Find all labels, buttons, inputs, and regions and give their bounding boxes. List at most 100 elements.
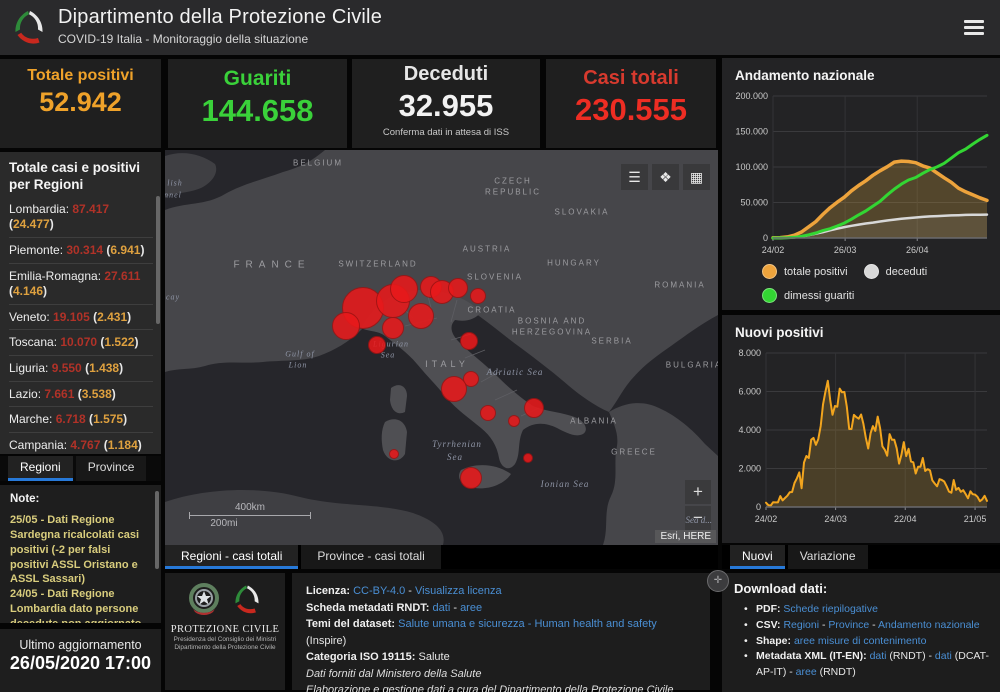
svg-text:24/02: 24/02 <box>755 514 778 524</box>
notes-panel: Note: 25/05 - Dati Regione Sardegna rica… <box>0 485 161 623</box>
header: Dipartimento della Protezione Civile COV… <box>0 0 1000 55</box>
layers-icon[interactable]: ❖ <box>652 164 679 190</box>
menu-icon[interactable] <box>964 20 984 36</box>
svg-text:26/03: 26/03 <box>834 245 857 255</box>
text-segment: CSV: <box>756 619 783 631</box>
case-cluster-bubble[interactable] <box>389 449 399 459</box>
license-panel: Licenza: CC-BY-4.0 - Visualizza licenza S… <box>292 573 710 690</box>
case-cluster-bubble[interactable] <box>508 415 520 427</box>
link[interactable]: Salute umana e sicurezza - Human health … <box>398 618 657 630</box>
stat-value: 144.658 <box>168 93 347 129</box>
case-cluster-bubble[interactable] <box>390 275 418 303</box>
case-cluster-bubble[interactable] <box>408 303 434 329</box>
link[interactable]: Andamento nazionale <box>878 619 980 631</box>
map-attribution-note: Sea d... <box>686 515 713 525</box>
link[interactable]: aree misure di contenimento <box>794 635 927 647</box>
case-cluster-bubble[interactable] <box>460 332 478 350</box>
new-variation-tabs: Nuovi Variazione <box>722 545 1000 569</box>
svg-text:4.000: 4.000 <box>738 425 761 435</box>
link[interactable]: aree <box>796 666 817 678</box>
map-land-shapes <box>165 150 718 545</box>
text-segment: - <box>405 585 415 597</box>
link[interactable]: Visualizza licenza <box>415 585 502 597</box>
region-province-tabs: Regioni Province <box>0 456 161 481</box>
last-update-label: Ultimo aggiornamento <box>0 638 161 652</box>
stat-value: 230.555 <box>546 92 716 128</box>
svg-text:21/05: 21/05 <box>964 514 987 524</box>
svg-text:6.000: 6.000 <box>738 387 761 397</box>
tab-province-casi-totali[interactable]: Province - casi totali <box>301 545 440 569</box>
logo-wordmark: PROTEZIONE CIVILE <box>165 624 285 635</box>
tab-nuovi[interactable]: Nuovi <box>730 545 785 569</box>
svg-text:50.000: 50.000 <box>740 198 768 208</box>
republic-emblem-icon <box>186 581 222 619</box>
region-list-item: Liguria: 9.550 (1.438) <box>9 356 153 382</box>
text-segment: Elaborazione e gestione dati a cura del … <box>306 684 674 692</box>
note-line: 24/05 - Dati Regione Lombardia dato pers… <box>10 587 151 623</box>
link[interactable]: Schede riepilogative <box>783 603 878 615</box>
zoom-in-button[interactable]: + <box>685 480 711 504</box>
link[interactable]: aree <box>460 602 482 614</box>
case-cluster-bubble[interactable] <box>332 312 360 340</box>
link[interactable]: dati <box>935 650 952 662</box>
region-list: Lombardia: 87.417 (24.477)Piemonte: 30.3… <box>9 197 153 454</box>
scale-mi-label: 200mi <box>189 518 259 529</box>
case-cluster-bubble[interactable] <box>524 398 544 418</box>
legend-dot-icon <box>864 264 879 279</box>
regions-scrollbar[interactable] <box>156 196 160 324</box>
covid-dashboard: Dipartimento della Protezione Civile COV… <box>0 0 1000 692</box>
national-trend-title: Andamento nazionale <box>722 58 1000 83</box>
license-line: Elaborazione e gestione dati a cura del … <box>306 682 696 692</box>
case-cluster-bubble[interactable] <box>480 405 496 421</box>
new-positives-title: Nuovi positivi <box>722 315 1000 340</box>
link[interactable]: Province <box>828 619 869 631</box>
text-segment: Licenza: <box>306 585 353 597</box>
tab-province[interactable]: Province <box>76 456 147 481</box>
text-segment: PDF: <box>756 603 783 615</box>
case-cluster-bubble[interactable] <box>448 278 468 298</box>
case-cluster-bubble[interactable] <box>460 467 482 489</box>
text-segment: Salute <box>419 651 450 663</box>
legend-icon[interactable]: ☰ <box>621 164 648 190</box>
stat-value: 52.942 <box>0 87 161 118</box>
case-cluster-bubble[interactable] <box>368 336 386 354</box>
case-cluster-bubble[interactable] <box>470 288 486 304</box>
region-list-item: Lazio: 7.661 (3.538) <box>9 382 153 408</box>
new-positives-panel: Nuovi positivi 02.0004.0006.0008.00024/0… <box>722 315 1000 543</box>
text-segment: Shape: <box>756 635 794 647</box>
app-title: Dipartimento della Protezione Civile <box>58 6 382 29</box>
map-canvas[interactable]: BELGIUMlishnnelFRANCESWITZERLANDCZECHREP… <box>165 150 718 545</box>
basemap-icon[interactable]: ▦ <box>683 164 710 190</box>
tab-regioni[interactable]: Regioni <box>8 456 73 481</box>
chart-legend: totale positividecedutidimessi guariti <box>762 264 987 312</box>
notes-scrollbar[interactable] <box>155 491 159 569</box>
text-segment: Dati forniti dal Ministero della Salute <box>306 668 481 680</box>
link[interactable]: Regioni <box>783 619 819 631</box>
stat-card-guariti: Guariti 144.658 <box>168 59 347 148</box>
download-title: Download dati: <box>734 581 990 596</box>
notes-list: 25/05 - Dati Regione Sardegna ricalcolat… <box>10 513 151 623</box>
case-cluster-bubble[interactable] <box>382 317 404 339</box>
text-segment: Scheda metadati RNDT: <box>306 602 433 614</box>
tab-regioni-casi-totali[interactable]: Regioni - casi totali <box>165 545 298 569</box>
widget-toggle-icon[interactable]: ✛ <box>707 570 729 592</box>
dpc-triangle-logo-icon <box>230 581 264 619</box>
case-cluster-bubble[interactable] <box>523 453 533 463</box>
svg-text:0: 0 <box>756 502 761 512</box>
svg-text:24/02: 24/02 <box>762 245 785 255</box>
download-item: Metadata XML (IT-EN): dati (RNDT) - dati… <box>734 649 990 681</box>
link[interactable]: CC-BY-4.0 <box>353 585 405 597</box>
download-panel: Download dati: PDF: Schede riepilogative… <box>722 573 1000 692</box>
map-toolbar: ☰ ❖ ▦ <box>621 164 710 190</box>
map-attribution: Esri, HERE <box>655 530 716 543</box>
region-list-item: Campania: 4.767 (1.184) <box>9 433 153 454</box>
new-positives-chart: 02.0004.0006.0008.00024/0224/0322/0421/0… <box>731 345 993 527</box>
tab-variazione[interactable]: Variazione <box>788 545 868 569</box>
regions-panel-title: Totale casi e positivi per Regioni <box>9 160 153 194</box>
link[interactable]: dati <box>433 602 451 614</box>
link[interactable]: dati <box>870 650 887 662</box>
logo-subtitle-1: Presidenza del Consiglio dei Ministri <box>165 636 285 643</box>
app-subtitle: COVID-19 Italia - Monitoraggio della sit… <box>58 32 308 46</box>
case-cluster-bubble[interactable] <box>441 376 467 402</box>
svg-text:150.000: 150.000 <box>735 127 768 137</box>
